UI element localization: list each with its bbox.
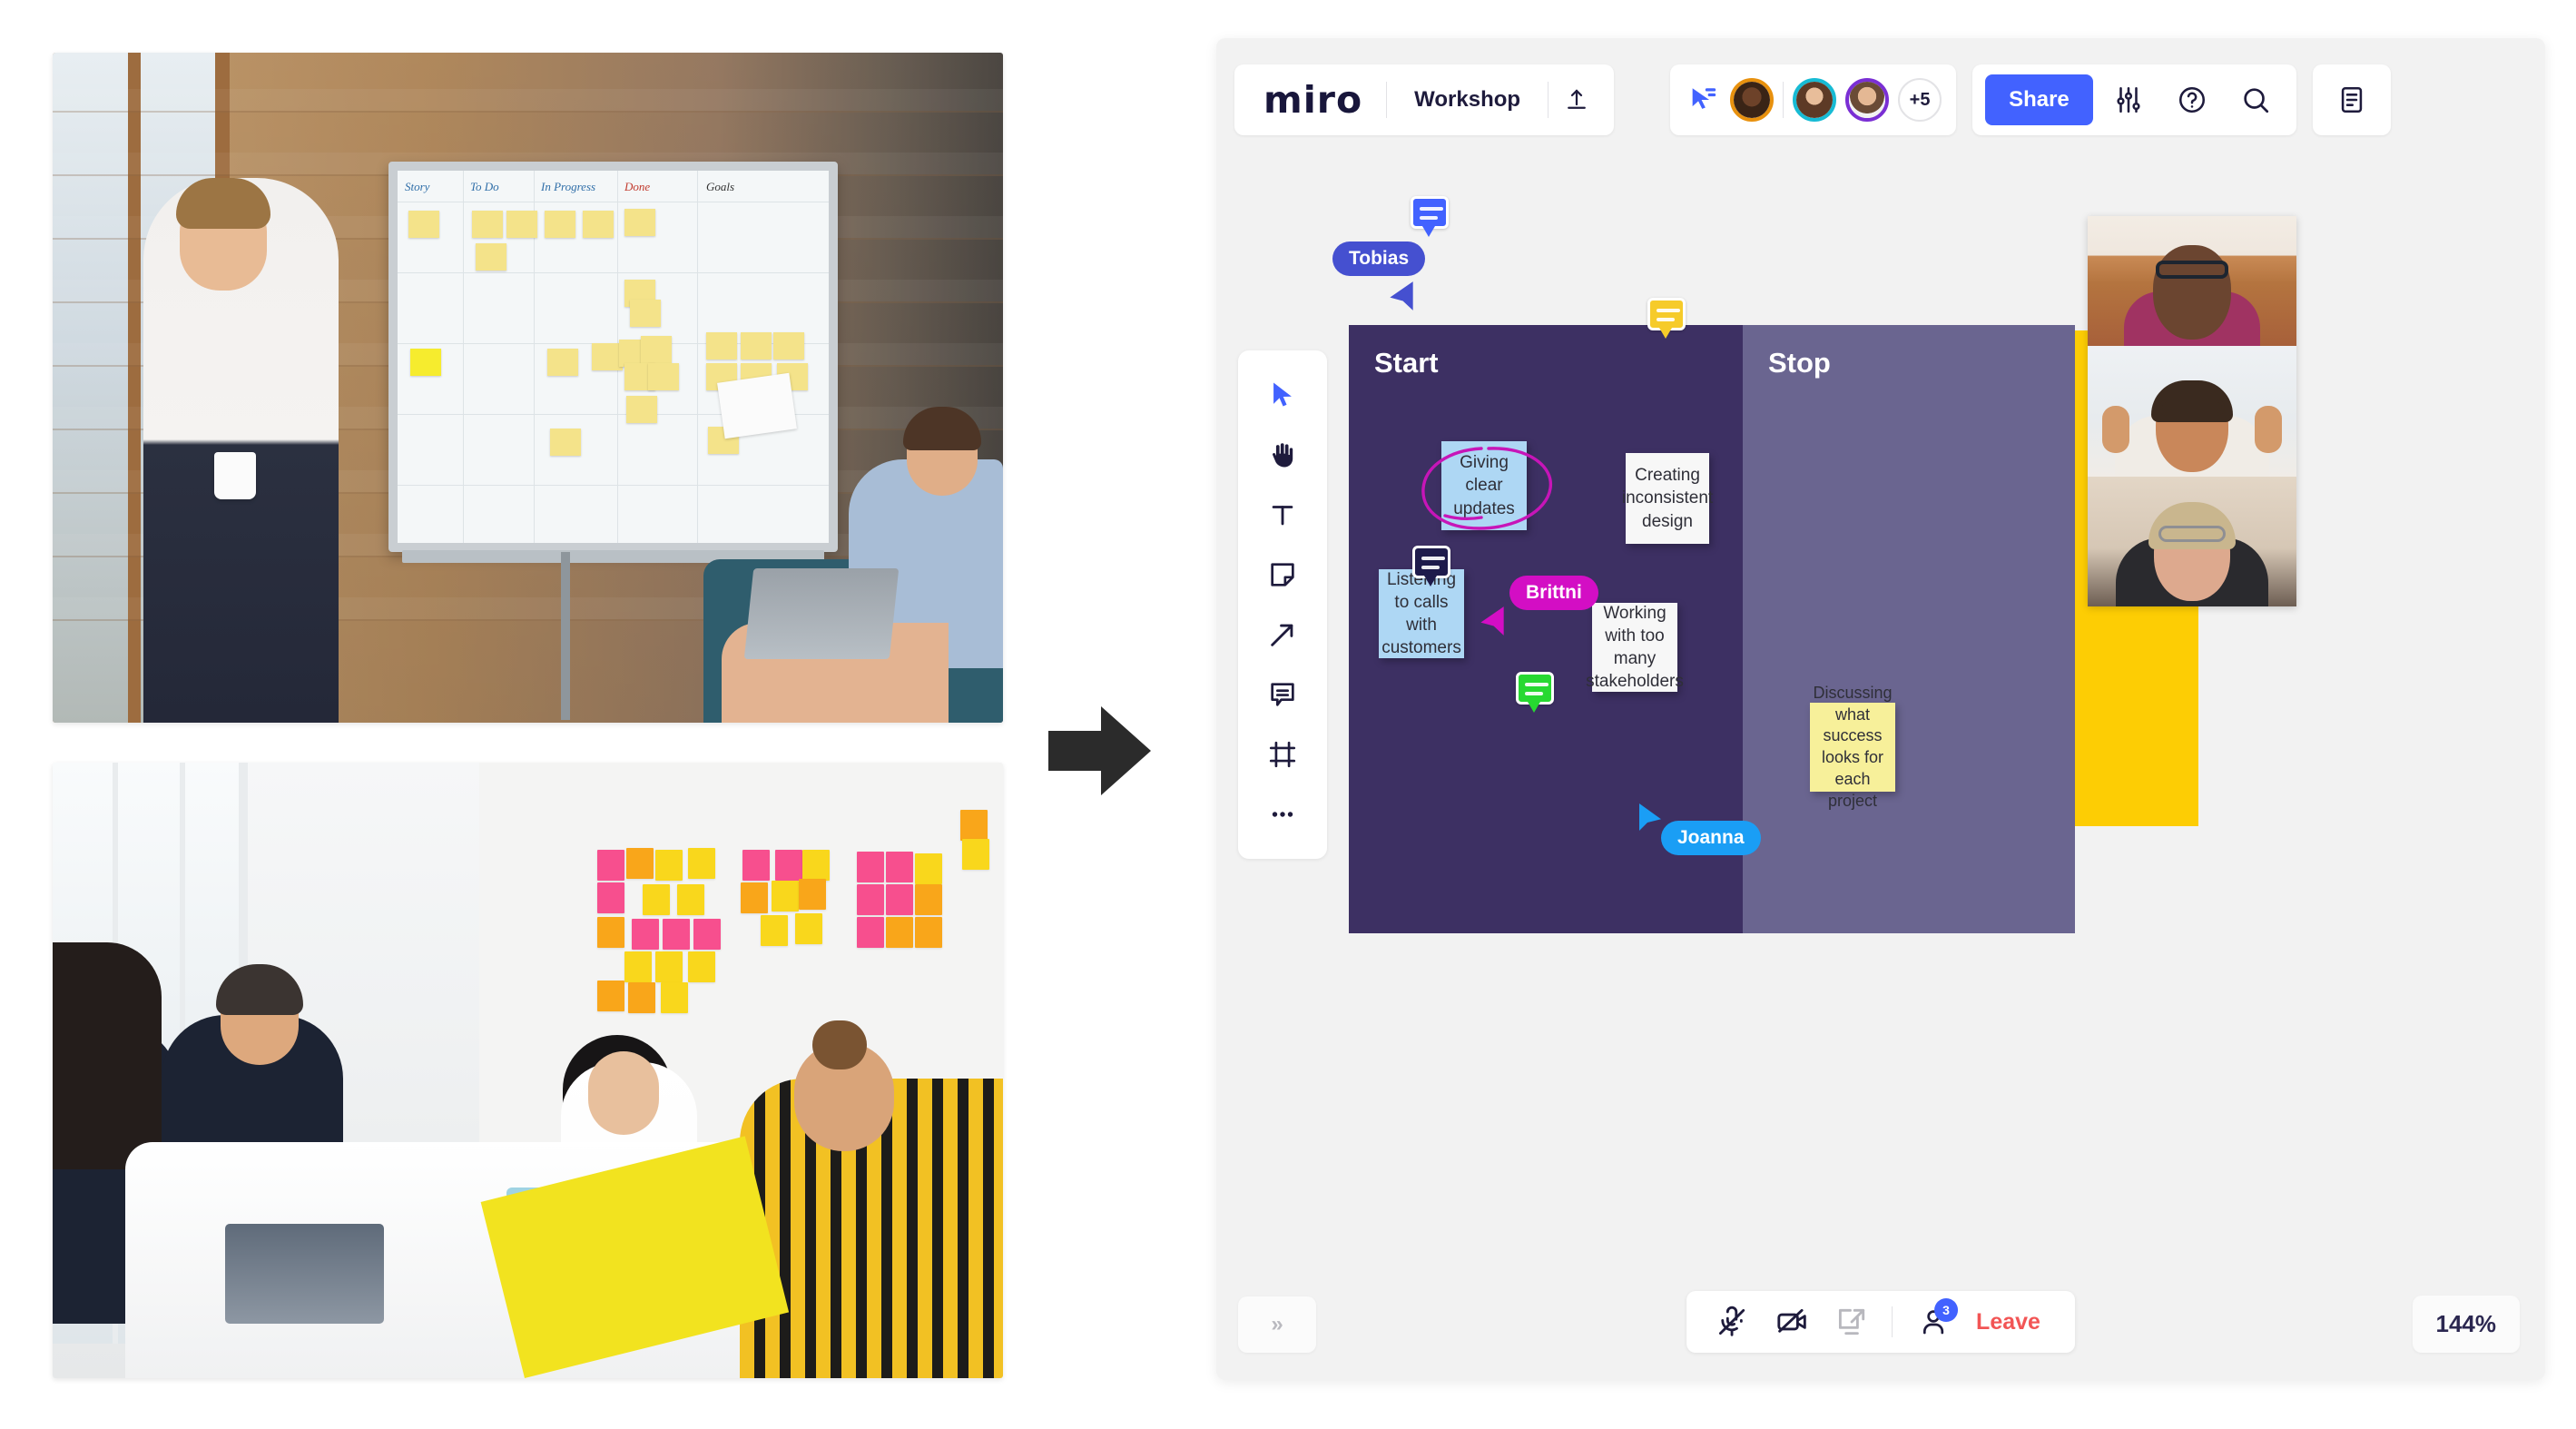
collaborators-group: +5 (1670, 64, 1957, 135)
comment-badge-green[interactable] (1516, 672, 1554, 713)
share-button[interactable]: Share (1985, 74, 2093, 125)
cursor-label: Brittni (1509, 576, 1598, 610)
cursor-joanna: Joanna (1634, 799, 1788, 868)
comment-badge-navy[interactable] (1412, 546, 1450, 586)
cursor-tobias: Tobias (1332, 241, 1496, 314)
upload-icon[interactable] (1549, 72, 1605, 128)
right-arrow-icon (1048, 701, 1153, 801)
avatar[interactable] (1730, 78, 1775, 122)
cursor-label: Tobias (1332, 241, 1426, 276)
cursor-share-icon[interactable] (1685, 82, 1721, 118)
video-panel (2088, 216, 2296, 606)
board-name[interactable]: Workshop (1387, 87, 1548, 113)
frame-stop[interactable]: Stop (1743, 325, 2075, 724)
frame-title: Stop (1768, 347, 1831, 379)
participants-count-badge: 3 (1934, 1298, 1959, 1322)
video-tile-participant-2[interactable] (2088, 346, 2296, 477)
leave-button[interactable]: Leave (1969, 1309, 2055, 1335)
divider (1892, 1306, 1893, 1337)
notes-panel-icon[interactable] (2324, 72, 2380, 128)
app-header: miro Workshop +5 Share (1234, 58, 2527, 142)
microphone-muted-icon[interactable] (1706, 1296, 1757, 1347)
avatar[interactable] (1793, 78, 1837, 122)
header-actions-group: Share (1972, 64, 2296, 135)
ellipsis-icon[interactable] (1249, 786, 1316, 843)
meeting-controls-bar: 3 Leave (1686, 1291, 2075, 1353)
photo-workshop-whiteboard: Story To Do In Progress Done Goals (53, 53, 1003, 723)
video-tile-participant-3[interactable] (2088, 476, 2296, 606)
photo-collage: Story To Do In Progress Done Goals (53, 53, 1003, 1378)
expand-panel-button[interactable]: » (1238, 1296, 1316, 1353)
sticky-note[interactable]: Discussing what success looks for each p… (1810, 684, 1895, 810)
photo-sticky-wall-session (53, 763, 1003, 1378)
cursor-brittni: Brittni (1475, 576, 1620, 641)
frame-stop-lower[interactable] (1743, 724, 2075, 933)
comment-icon[interactable] (1249, 666, 1316, 723)
help-circle-icon[interactable] (2164, 72, 2220, 128)
comment-badge-blue[interactable] (1411, 196, 1449, 237)
header-right-group (2312, 64, 2391, 135)
zoom-level-indicator[interactable]: 144% (2412, 1296, 2520, 1353)
video-tile-participant-1[interactable] (2088, 216, 2296, 347)
header-left-group: miro Workshop (1234, 64, 1615, 135)
miro-logo[interactable]: miro (1244, 81, 1386, 119)
cursor-label: Joanna (1661, 821, 1761, 855)
participants-button[interactable]: 3 (1907, 1296, 1960, 1347)
avatar-overflow-count[interactable]: +5 (1898, 78, 1942, 122)
creation-toolbar (1238, 350, 1327, 859)
avatar[interactable] (1845, 78, 1890, 122)
select-tool[interactable] (1249, 367, 1316, 423)
hand-tool[interactable] (1249, 427, 1316, 483)
divider (1783, 82, 1785, 118)
sticky-note[interactable]: Giving clear updates (1441, 441, 1527, 530)
comment-badge-yellow[interactable] (1647, 298, 1686, 339)
search-icon[interactable] (2227, 72, 2284, 128)
sticky-note[interactable]: Listening to calls with customers (1379, 569, 1464, 658)
text-t-icon[interactable] (1249, 487, 1316, 543)
sticky-note[interactable]: Creating inconsistent design (1622, 453, 1713, 544)
arrow-diagonal-icon[interactable] (1249, 606, 1316, 663)
whiteboard: Story To Do In Progress Done Goals (388, 162, 838, 552)
sliders-icon[interactable] (2100, 72, 2157, 128)
frame-title: Start (1374, 347, 1439, 379)
miro-app-window: miro Workshop +5 Share Start Stop Giving… (1216, 38, 2545, 1380)
screen-share-icon[interactable] (1826, 1296, 1877, 1347)
board-canvas[interactable]: Start Stop Giving clear updates Listenin… (1234, 153, 2527, 1362)
page-root: Story To Do In Progress Done Goals miro … (0, 0, 2576, 1429)
camera-off-icon[interactable] (1766, 1296, 1817, 1347)
sticky-note-icon[interactable] (1249, 547, 1316, 603)
frame-icon[interactable] (1249, 726, 1316, 783)
